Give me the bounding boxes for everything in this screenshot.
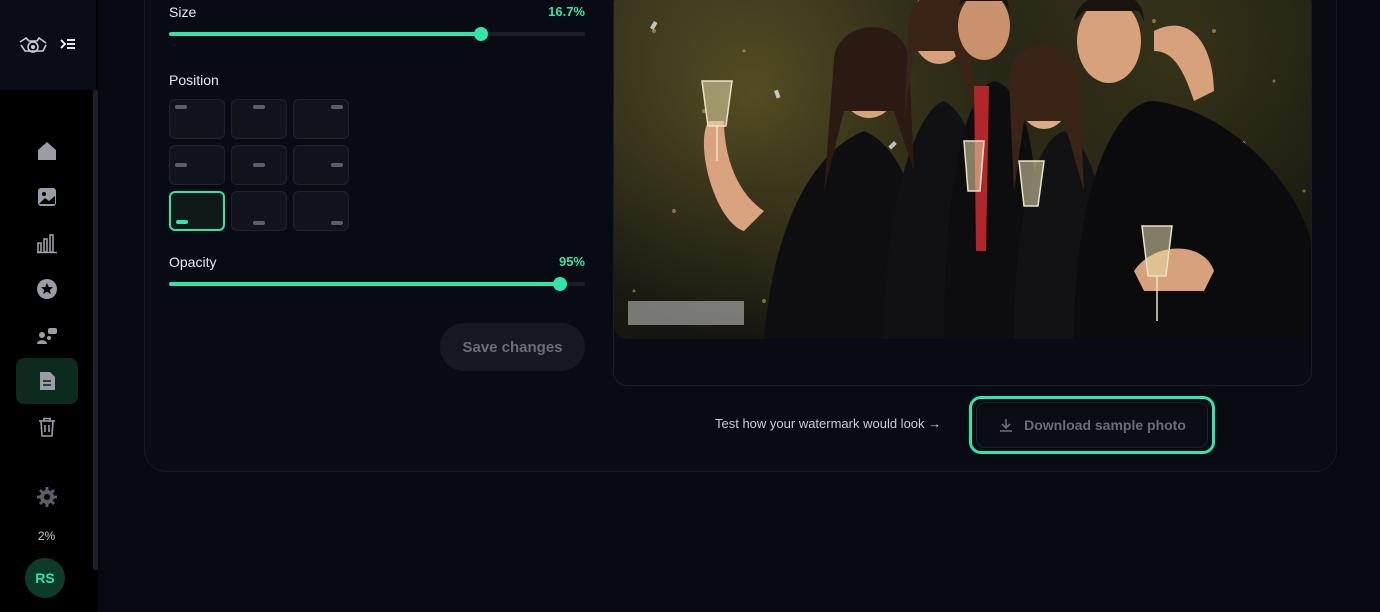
preview-hint-text: Test how your watermark would look → (715, 416, 942, 431)
position-marker (331, 163, 343, 167)
sidebar: 2% RS (0, 0, 98, 612)
opacity-label: Opacity (169, 254, 217, 270)
position-grid (169, 99, 349, 231)
nav-team[interactable] (16, 312, 78, 358)
position-middle-center[interactable] (231, 145, 287, 185)
party-people-illustration (632, 0, 1311, 339)
nav-settings[interactable] (16, 474, 78, 520)
position-top-right[interactable] (293, 99, 349, 139)
nav-home[interactable] (16, 128, 78, 174)
bar-chart-icon (37, 234, 57, 254)
size-slider-thumb[interactable] (474, 27, 488, 41)
opacity-value: 95% (558, 254, 585, 269)
users-icon (37, 328, 57, 344)
watermark-preview (613, 0, 1312, 386)
collapse-sidebar-icon[interactable] (59, 36, 77, 54)
position-marker (253, 163, 265, 167)
position-top-center[interactable] (231, 99, 287, 139)
size-value: 16.7% (548, 4, 585, 19)
position-marker (175, 105, 187, 109)
size-slider[interactable] (169, 27, 585, 41)
logo-icon[interactable] (17, 33, 49, 57)
avatar[interactable]: RS (25, 558, 65, 598)
position-marker (331, 105, 343, 109)
opacity-slider-thumb[interactable] (553, 277, 568, 291)
position-middle-right[interactable] (293, 145, 349, 185)
nav-images[interactable] (16, 174, 78, 220)
opacity-slider-fill (169, 282, 561, 286)
home-icon (38, 142, 56, 160)
watermark-overlay (628, 301, 744, 325)
size-label: Size (169, 4, 197, 20)
position-marker (253, 105, 265, 109)
nav-analytics[interactable] (16, 220, 78, 266)
download-button-inner[interactable]: Download sample photo (976, 402, 1208, 448)
opacity-row: Opacity 95% (169, 254, 585, 270)
image-icon (38, 188, 56, 206)
usage-percentage: 2% (37, 529, 56, 543)
gear-icon (37, 487, 57, 507)
position-label: Position (169, 72, 219, 88)
nav-favorites[interactable] (16, 266, 78, 312)
nav-trash[interactable] (16, 404, 78, 450)
download-icon (1000, 419, 1013, 432)
position-bottom-right[interactable] (293, 191, 349, 231)
size-slider-fill (169, 32, 481, 36)
position-middle-left[interactable] (169, 145, 225, 185)
position-marker (253, 221, 265, 225)
size-row: Size 16.7% (169, 4, 585, 20)
position-marker (331, 221, 343, 225)
trash-icon (39, 417, 55, 437)
sidebar-header (0, 0, 96, 90)
sample-photo (614, 0, 1311, 339)
position-marker (175, 163, 187, 167)
position-top-left[interactable] (169, 99, 225, 139)
save-changes-button[interactable]: Save changes (440, 323, 585, 371)
document-icon (40, 372, 55, 390)
download-sample-photo-button[interactable]: Download sample photo (969, 396, 1215, 454)
position-bottom-center[interactable] (231, 191, 287, 231)
star-icon (37, 279, 57, 299)
position-bottom-left[interactable] (169, 191, 225, 231)
position-marker (176, 220, 188, 224)
nav-watermark[interactable] (16, 358, 78, 404)
sidebar-scrollbar[interactable] (93, 90, 98, 570)
download-button-label: Download sample photo (1024, 417, 1186, 433)
opacity-slider[interactable] (169, 277, 585, 291)
